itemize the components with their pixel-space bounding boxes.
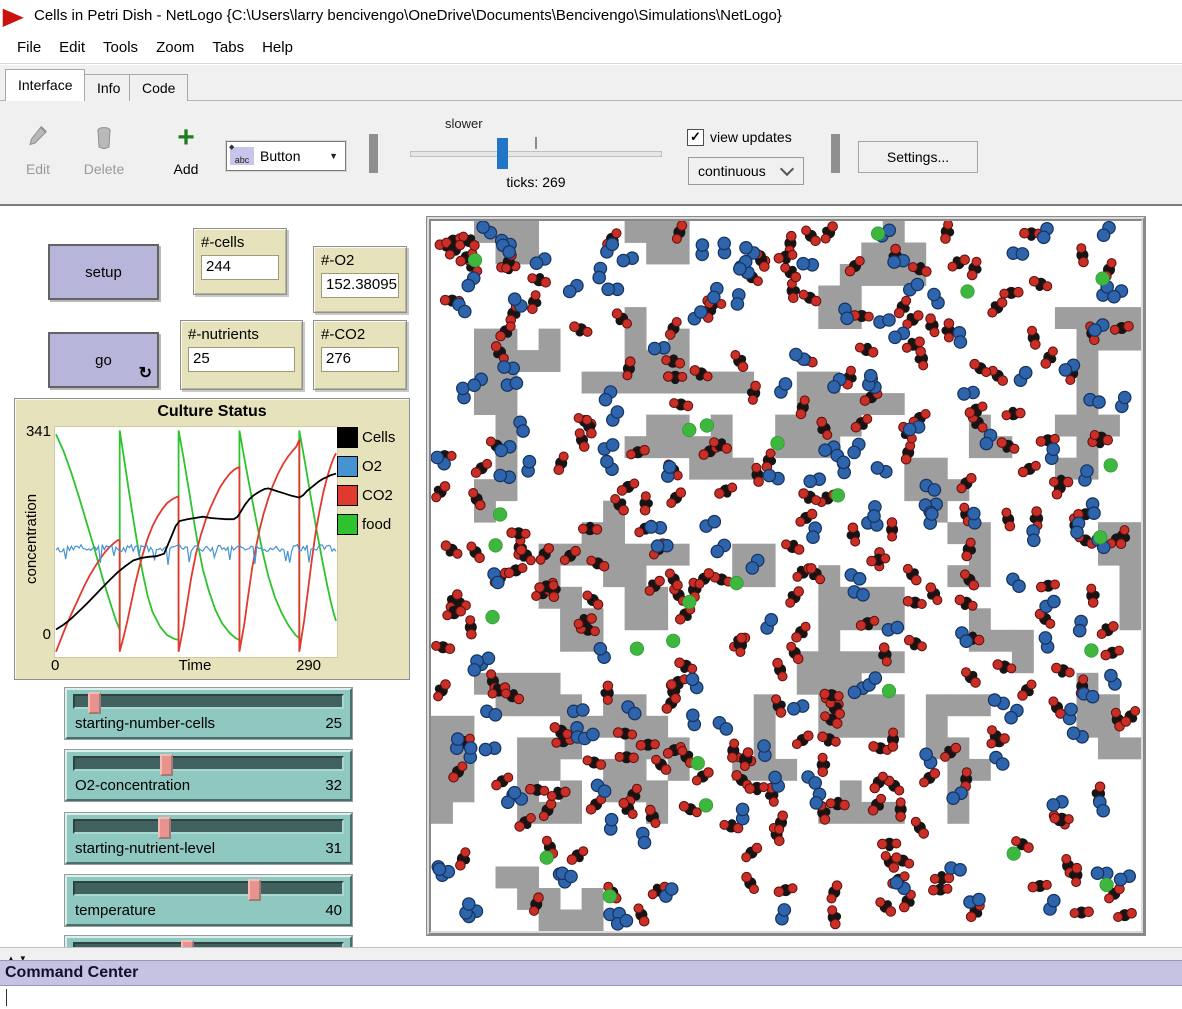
toolbar-separator	[831, 134, 840, 173]
menu-tools[interactable]: Tools	[94, 35, 147, 60]
menu-zoom[interactable]: Zoom	[147, 35, 203, 60]
slider-starting-nutrient-level[interactable]: starting-nutrient-level31	[65, 813, 352, 864]
forever-icon: ↻	[139, 363, 152, 383]
delete-label: Delete	[84, 161, 124, 177]
slider-track[interactable]	[73, 881, 344, 896]
menu-edit[interactable]: Edit	[50, 35, 94, 60]
monitor-nutrients: #-nutrients 25	[180, 320, 303, 390]
update-mode-dropdown[interactable]: continuous	[688, 157, 804, 185]
dropdown-arrow-icon: ▼	[329, 151, 345, 161]
slider-track[interactable]	[73, 756, 344, 771]
settings-button[interactable]: Settings...	[858, 141, 978, 173]
tab-code[interactable]: Code	[129, 74, 188, 101]
go-button[interactable]: go ↻	[48, 332, 159, 388]
delete-widget-button[interactable]: Delete	[78, 121, 130, 177]
add-widget-button[interactable]: + Add	[160, 121, 212, 177]
slider-starting-number-cells[interactable]: starting-number-cells25	[65, 688, 352, 739]
speed-slider-label: slower	[445, 116, 483, 131]
add-label: Add	[174, 161, 199, 177]
cells-color-swatch	[337, 427, 358, 448]
toolbar: Edit Delete + Add abc Button ▼ slower ti…	[0, 101, 1182, 206]
slider-thumb[interactable]	[160, 754, 173, 776]
x-axis-max-tick: 290	[296, 657, 321, 674]
chevron-down-icon	[780, 162, 794, 176]
o2-color-swatch	[337, 456, 358, 477]
food-color-swatch	[337, 514, 358, 535]
monitor-value: 244	[201, 255, 279, 280]
toolbar-separator	[369, 134, 378, 173]
update-mode-value: continuous	[689, 163, 782, 179]
plot-canvas	[54, 426, 338, 658]
netlogo-logo-icon: ▶	[3, 2, 24, 31]
slider-thumb[interactable]	[181, 940, 194, 947]
view-updates-checkbox[interactable]: ✓	[687, 129, 704, 146]
tab-info[interactable]: Info	[84, 74, 133, 101]
tab-strip: Interface Info Code	[0, 65, 1182, 101]
command-center-header: Command Center	[0, 960, 1182, 986]
monitor-label: #-nutrients	[188, 326, 295, 343]
go-button-label: go	[95, 352, 112, 369]
co2-color-swatch	[337, 485, 358, 506]
slider-thumb[interactable]	[88, 692, 101, 714]
slider-o2-concentration[interactable]: O2-concentration32	[65, 750, 352, 801]
setup-button-label: setup	[85, 264, 122, 281]
legend-item-food: food	[337, 514, 395, 535]
slider-partial[interactable]	[65, 936, 352, 947]
tab-interface[interactable]: Interface	[5, 69, 85, 101]
command-center-input[interactable]	[0, 986, 1182, 1009]
speed-slider-track[interactable]	[410, 151, 662, 157]
interface-canvas: setup go ↻ #-cells 244 #-O2 152.38095 #-…	[0, 206, 1182, 947]
window-title: Cells in Petri Dish - NetLogo {C:\Users\…	[34, 7, 782, 24]
speed-slider-center-tick	[535, 137, 537, 149]
setup-button[interactable]: setup	[48, 244, 159, 300]
y-axis-max-tick: 341	[17, 423, 51, 440]
world-canvas	[431, 221, 1141, 931]
monitor-value: 152.38095	[321, 273, 399, 298]
monitor-value: 276	[321, 347, 399, 372]
button-widget-icon: abc	[230, 147, 254, 165]
plot-legend: Cells O2 CO2 food	[337, 427, 395, 543]
edit-widget-button[interactable]: Edit	[12, 121, 64, 177]
slider-track[interactable]	[73, 819, 344, 834]
widget-type-value: Button	[254, 148, 329, 164]
ticks-counter: ticks: 269	[476, 174, 596, 190]
monitor-co2: #-CO2 276	[313, 320, 407, 390]
netlogo-window: ▶ Cells in Petri Dish - NetLogo {C:\User…	[0, 0, 1182, 1009]
edit-label: Edit	[26, 161, 50, 177]
world-view[interactable]	[427, 217, 1145, 935]
monitor-label: #-CO2	[321, 326, 399, 343]
culture-status-plot[interactable]: Culture Status 341 concentration 0 0 Tim…	[14, 398, 410, 680]
monitor-value: 25	[188, 347, 295, 372]
view-updates-label: view updates	[710, 129, 792, 145]
text-caret	[6, 989, 7, 1006]
menu-bar: File Edit Tools Zoom Tabs Help	[0, 32, 1182, 64]
widget-type-selector[interactable]: abc Button ▼	[226, 141, 346, 171]
monitor-o2: #-O2 152.38095	[313, 246, 407, 313]
y-axis-label: concentration	[23, 459, 40, 619]
monitor-cells: #-cells 244	[193, 228, 287, 295]
slider-track[interactable]	[73, 694, 344, 709]
pencil-icon	[27, 121, 49, 155]
legend-item-cells: Cells	[337, 427, 395, 448]
speed-slider-thumb[interactable]	[497, 138, 508, 169]
command-center-splitter[interactable]: ▲▼	[0, 947, 1182, 960]
menu-help[interactable]: Help	[253, 35, 302, 60]
title-bar: ▶ Cells in Petri Dish - NetLogo {C:\User…	[0, 0, 1182, 32]
x-axis-min-tick: 0	[51, 657, 59, 674]
slider-thumb[interactable]	[248, 879, 261, 901]
command-center-title: Command Center	[0, 964, 138, 982]
menu-tabs[interactable]: Tabs	[203, 35, 253, 60]
plus-icon: +	[177, 121, 195, 155]
menu-file[interactable]: File	[8, 35, 50, 60]
y-axis-min-tick: 0	[17, 626, 51, 643]
monitor-label: #-cells	[201, 234, 279, 251]
x-axis-label: Time	[135, 657, 255, 674]
monitor-label: #-O2	[321, 252, 399, 269]
legend-item-o2: O2	[337, 456, 395, 477]
plot-title: Culture Status	[15, 403, 409, 421]
trash-icon	[94, 121, 114, 155]
legend-item-co2: CO2	[337, 485, 395, 506]
slider-temperature[interactable]: temperature40	[65, 875, 352, 926]
slider-thumb[interactable]	[158, 817, 171, 839]
